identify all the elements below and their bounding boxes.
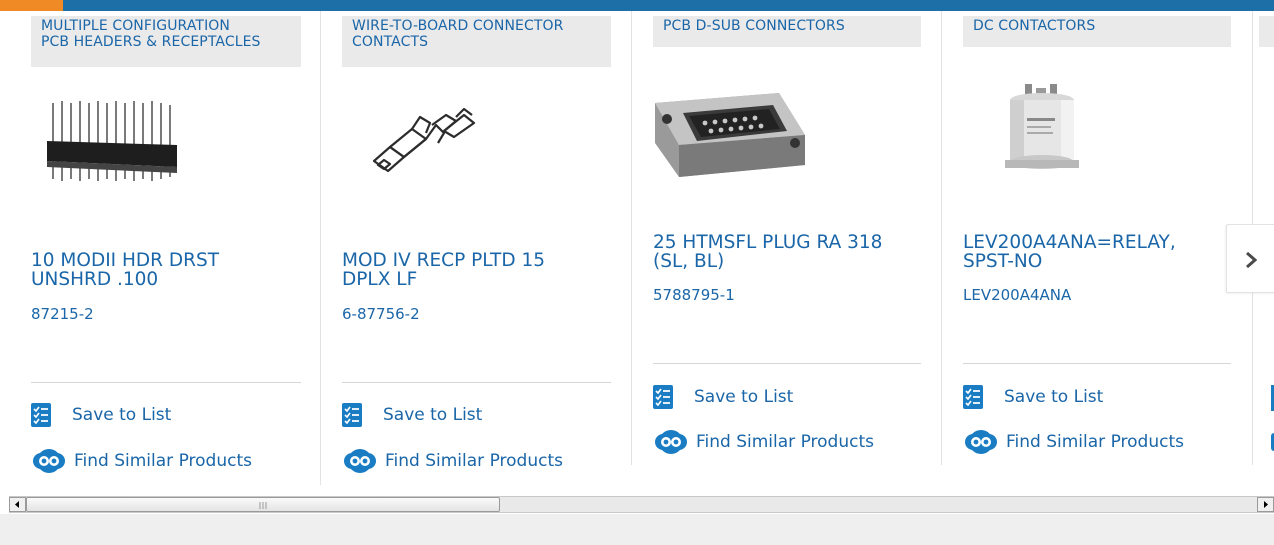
card-divider [342, 382, 611, 383]
part-number-link[interactable]: 87215-2 [31, 305, 94, 323]
card-separator [941, 11, 942, 465]
part-number-link[interactable]: 5788795-1 [653, 286, 735, 304]
product-card: PCB D-SUB CONNECTORS 25 HTMSFL PLUG RA 3… [653, 11, 921, 485]
title-line: UNSHRD .100 [31, 269, 159, 290]
carousel-next-button[interactable] [1226, 224, 1274, 293]
part-number-link[interactable]: LEV200A4ANA [963, 286, 1071, 304]
product-card: MULTIPLE CONFIGURATION PCB HEADERS & REC… [31, 11, 301, 485]
save-to-list-button[interactable]: Save to List [963, 385, 1103, 409]
top-accent-bar [0, 0, 1274, 11]
save-to-list-label: Save to List [694, 387, 794, 407]
pcb-header-image[interactable] [45, 99, 183, 194]
product-title-link[interactable]: LEV200A4ANA=RELAY, SPST-NO [963, 233, 1223, 271]
checklist-icon [653, 385, 673, 409]
crimp-contact-image[interactable] [370, 103, 482, 197]
dc-contactor-image[interactable] [1003, 82, 1081, 178]
page-footer-area [0, 514, 1274, 545]
product-card: WIRE-TO-BOARD CONNECTOR CONTACTS MOD IV … [342, 11, 611, 485]
part-number-link[interactable]: 6-87756-2 [342, 305, 420, 323]
save-to-list-label: Save to List [1004, 387, 1104, 407]
category-line: DC CONTACTORS [973, 18, 1096, 34]
title-line: DPLX LF [342, 269, 418, 290]
product-title-link[interactable]: 10 MODII HDR DRST UNSHRD .100 [31, 251, 291, 289]
find-similar-label: Find Similar Products [1006, 432, 1184, 452]
save-to-list-button[interactable]: Save to List [653, 385, 793, 409]
grip-icon [259, 502, 267, 509]
card-divider [653, 363, 921, 364]
title-line: 10 MODII HDR DRST [31, 250, 220, 271]
category-line: PCB HEADERS & RECEPTACLES [41, 34, 261, 50]
arrow-right-icon [1264, 501, 1268, 508]
find-similar-label: Find Similar Products [696, 432, 874, 452]
category-line: CONTACTS [352, 34, 429, 50]
title-line: (SL, BL) [653, 251, 725, 272]
find-similar-icon [655, 430, 687, 454]
dsub-connector-image[interactable] [655, 83, 807, 181]
scroll-left-button[interactable] [9, 497, 26, 512]
find-similar-icon [33, 449, 65, 473]
arrow-left-icon [15, 501, 19, 508]
product-card: DC CONTACTORS LEV200A4ANA=RELAY, SPST-NO… [963, 11, 1231, 485]
find-similar-button[interactable]: Find Similar Products [342, 448, 563, 474]
product-carousel: MULTIPLE CONFIGURATION PCB HEADERS & REC… [0, 11, 1274, 485]
title-line: LEV200A4ANA=RELAY, [963, 232, 1176, 253]
category-line: WIRE-TO-BOARD CONNECTOR [352, 18, 564, 34]
card-divider [963, 363, 1231, 364]
product-title-link[interactable]: 25 HTMSFL PLUG RA 318 (SL, BL) [653, 233, 913, 271]
card-divider [31, 382, 301, 383]
save-to-list-label: Save to List [72, 405, 172, 425]
horizontal-scrollbar[interactable] [9, 496, 1274, 513]
find-similar-icon [344, 449, 376, 473]
scroll-right-button[interactable] [1257, 497, 1274, 512]
save-to-list-button[interactable]: Save to List [342, 403, 482, 427]
find-similar-icon [965, 430, 997, 454]
save-to-list-label: Save to List [383, 405, 483, 425]
title-line: 25 HTMSFL PLUG RA 318 [653, 232, 883, 253]
category-tag[interactable]: WIRE-TO-BOARD CONNECTOR CONTACTS [342, 16, 611, 67]
find-similar-button[interactable]: Find Similar Products [963, 429, 1184, 455]
scrollbar-thumb[interactable] [26, 497, 500, 512]
top-accent-orange [0, 0, 63, 11]
category-line: MULTIPLE CONFIGURATION [41, 18, 230, 34]
find-similar-button[interactable]: Find Similar Products [653, 429, 874, 455]
chevron-right-icon [1246, 251, 1258, 269]
save-to-list-button[interactable]: Save to List [31, 403, 171, 427]
product-title-link[interactable]: MOD IV RECP PLTD 15 DPLX LF [342, 251, 602, 289]
title-line: SPST-NO [963, 251, 1043, 272]
next-card-peek [1259, 16, 1274, 47]
card-separator [320, 11, 321, 485]
find-similar-button[interactable]: Find Similar Products [31, 448, 252, 474]
checklist-icon [963, 385, 983, 409]
category-line: PCB D-SUB CONNECTORS [663, 18, 845, 34]
category-tag[interactable]: DC CONTACTORS [963, 16, 1231, 47]
card-separator [631, 11, 632, 465]
find-similar-label: Find Similar Products [74, 451, 252, 471]
checklist-icon [342, 403, 362, 427]
category-tag[interactable]: MULTIPLE CONFIGURATION PCB HEADERS & REC… [31, 16, 301, 67]
category-tag[interactable]: PCB D-SUB CONNECTORS [653, 16, 921, 47]
title-line: MOD IV RECP PLTD 15 [342, 250, 546, 271]
checklist-icon [31, 403, 51, 427]
find-similar-label: Find Similar Products [385, 451, 563, 471]
